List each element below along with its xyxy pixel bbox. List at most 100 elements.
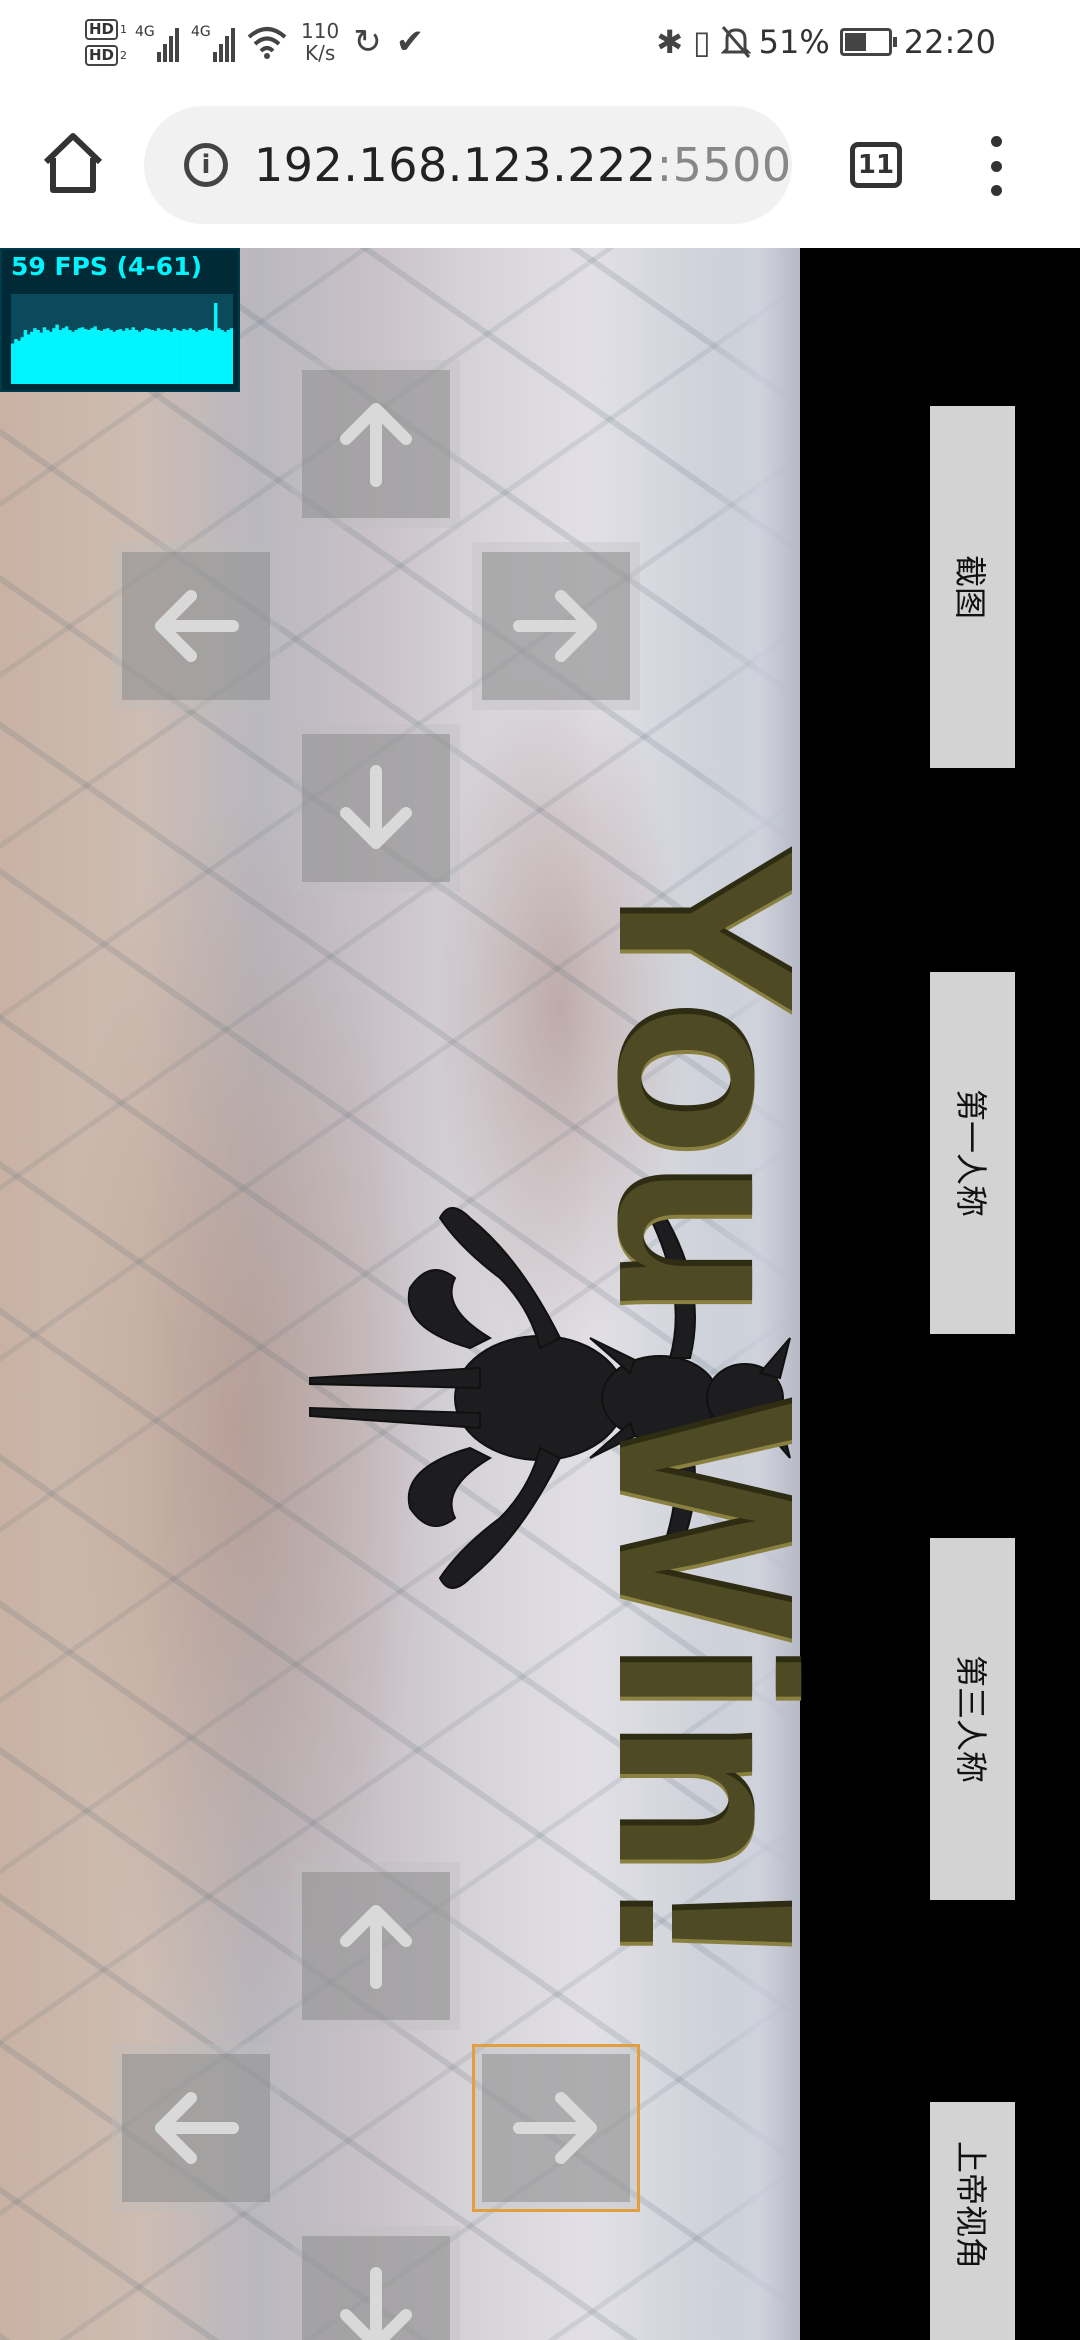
fps-bar bbox=[182, 329, 186, 384]
game-canvas[interactable]: You Win! 59 FPS (4-61) 截图 第一人称 第三人称 上帝视角 bbox=[0, 248, 1080, 2340]
fps-bar bbox=[30, 331, 34, 384]
fps-bar bbox=[198, 330, 202, 384]
fps-bar bbox=[11, 343, 15, 384]
hd2-label: HD bbox=[85, 44, 119, 66]
dpad-bottom-down-button[interactable] bbox=[292, 2226, 460, 2340]
dpad-bottom-up-button[interactable] bbox=[292, 1862, 460, 2030]
battery-icon bbox=[839, 28, 897, 56]
dpad-bottom-right-button[interactable] bbox=[472, 2044, 640, 2212]
god-view-button-label: 上帝视角 bbox=[951, 2140, 990, 2270]
status-left: HD 1 HD 2 4G 4G 110 K/s ↻ ✔ bbox=[85, 12, 438, 72]
god-view-button[interactable]: 上帝视角 bbox=[930, 2102, 1015, 2340]
fps-bar bbox=[141, 330, 145, 384]
home-icon[interactable] bbox=[38, 128, 108, 198]
fps-bar bbox=[45, 330, 50, 384]
fps-bar bbox=[115, 330, 120, 384]
fps-bar bbox=[42, 327, 47, 384]
bluetooth-icon: ✱ bbox=[656, 23, 684, 61]
tab-count: 11 bbox=[857, 150, 895, 180]
fps-bar bbox=[96, 330, 101, 384]
fps-bar bbox=[87, 330, 91, 384]
fps-bar bbox=[179, 330, 183, 384]
dpad-top-up-button[interactable] bbox=[292, 360, 460, 528]
fps-bar bbox=[160, 330, 164, 384]
fps-bar bbox=[144, 328, 148, 384]
fps-bar bbox=[207, 330, 212, 384]
fps-bar bbox=[112, 331, 116, 384]
url-text[interactable]: 192.168.123.222:5500 bbox=[254, 138, 792, 192]
info-icon[interactable]: i bbox=[184, 143, 228, 187]
network1-label: 4G bbox=[135, 24, 155, 40]
battery-percent: 51% bbox=[758, 23, 830, 61]
dpad-top-down-button[interactable] bbox=[292, 724, 460, 892]
screen: HD 1 HD 2 4G 4G 110 K/s ↻ ✔ ✱ ▯ 51% 22:2… bbox=[0, 0, 1080, 2340]
address-bar[interactable]: i 192.168.123.222:5500 bbox=[144, 106, 792, 224]
fps-bar bbox=[213, 303, 218, 384]
mute-icon bbox=[720, 26, 751, 58]
fps-bar bbox=[90, 328, 94, 384]
fps-bar bbox=[217, 328, 221, 384]
network2-label: 4G bbox=[191, 24, 211, 40]
fps-bar bbox=[131, 327, 135, 384]
third-person-button[interactable]: 第三人称 bbox=[930, 1538, 1015, 1900]
fps-bar bbox=[20, 337, 24, 384]
fps-bar bbox=[153, 330, 158, 384]
fps-bar bbox=[52, 328, 56, 384]
fps-bar bbox=[49, 331, 53, 384]
fps-bar bbox=[33, 328, 37, 384]
third-person-button-label: 第三人称 bbox=[951, 1654, 990, 1784]
fps-bar bbox=[83, 329, 88, 384]
fps-bar bbox=[185, 330, 189, 384]
fps-bar bbox=[74, 330, 78, 384]
screenshot-button[interactable]: 截图 bbox=[930, 406, 1015, 768]
fps-bar bbox=[122, 330, 126, 384]
right-arrow-icon bbox=[513, 2092, 597, 2164]
fps-bar bbox=[99, 330, 104, 384]
fps-bar bbox=[210, 330, 215, 384]
fps-bar bbox=[118, 329, 123, 384]
fps-bar bbox=[156, 328, 161, 384]
fps-bar bbox=[80, 327, 85, 384]
fps-bar bbox=[102, 329, 107, 384]
more-icon[interactable] bbox=[984, 136, 1008, 196]
check-icon: ✔ bbox=[395, 22, 425, 62]
signal-icon: 4G bbox=[135, 22, 181, 62]
fps-bar bbox=[163, 329, 167, 384]
status-right: ✱ ▯ 51% 22:20 bbox=[656, 18, 996, 66]
fps-bar bbox=[17, 340, 21, 384]
down-arrow-icon bbox=[340, 765, 412, 849]
fps-bar bbox=[93, 326, 97, 384]
speed-unit: K/s bbox=[304, 41, 336, 65]
url-port: :5500 bbox=[656, 138, 792, 192]
win-message-text: You Win! bbox=[567, 848, 846, 1975]
up-arrow-icon bbox=[340, 1905, 412, 1989]
right-arrow-icon bbox=[513, 590, 597, 662]
left-arrow-icon bbox=[155, 2092, 239, 2164]
fps-bar bbox=[201, 329, 205, 384]
dpad-bottom-left-button[interactable] bbox=[112, 2044, 280, 2212]
dpad-top-right-button[interactable] bbox=[472, 542, 640, 710]
hd-icon: HD 1 HD 2 bbox=[85, 16, 127, 68]
fps-bar bbox=[68, 330, 72, 384]
first-person-button-label: 第一人称 bbox=[951, 1088, 990, 1218]
fps-bar bbox=[137, 331, 142, 384]
fps-bar bbox=[220, 330, 224, 384]
fps-counter: 59 FPS (4-61) bbox=[0, 248, 240, 392]
fps-bar bbox=[55, 324, 59, 384]
fps-bar bbox=[26, 334, 31, 384]
browser-toolbar: i 192.168.123.222:5500 11 bbox=[0, 84, 1080, 248]
fps-graph bbox=[11, 294, 233, 384]
dpad-top-left-button[interactable] bbox=[112, 542, 280, 710]
fps-bar bbox=[14, 339, 18, 384]
fps-bar bbox=[109, 330, 113, 384]
speed-value: 110 bbox=[301, 19, 340, 43]
fps-bar bbox=[71, 331, 75, 384]
tabs-button[interactable]: 11 bbox=[850, 142, 902, 188]
wifi-icon bbox=[247, 27, 287, 59]
fps-bar bbox=[147, 329, 151, 384]
fps-bar bbox=[223, 331, 227, 384]
fps-bar bbox=[169, 331, 174, 384]
screenshot-button-label: 截图 bbox=[951, 554, 990, 620]
first-person-button[interactable]: 第一人称 bbox=[930, 972, 1015, 1334]
status-bar: HD 1 HD 2 4G 4G 110 K/s ↻ ✔ ✱ ▯ 51% 22:2… bbox=[0, 0, 1080, 84]
